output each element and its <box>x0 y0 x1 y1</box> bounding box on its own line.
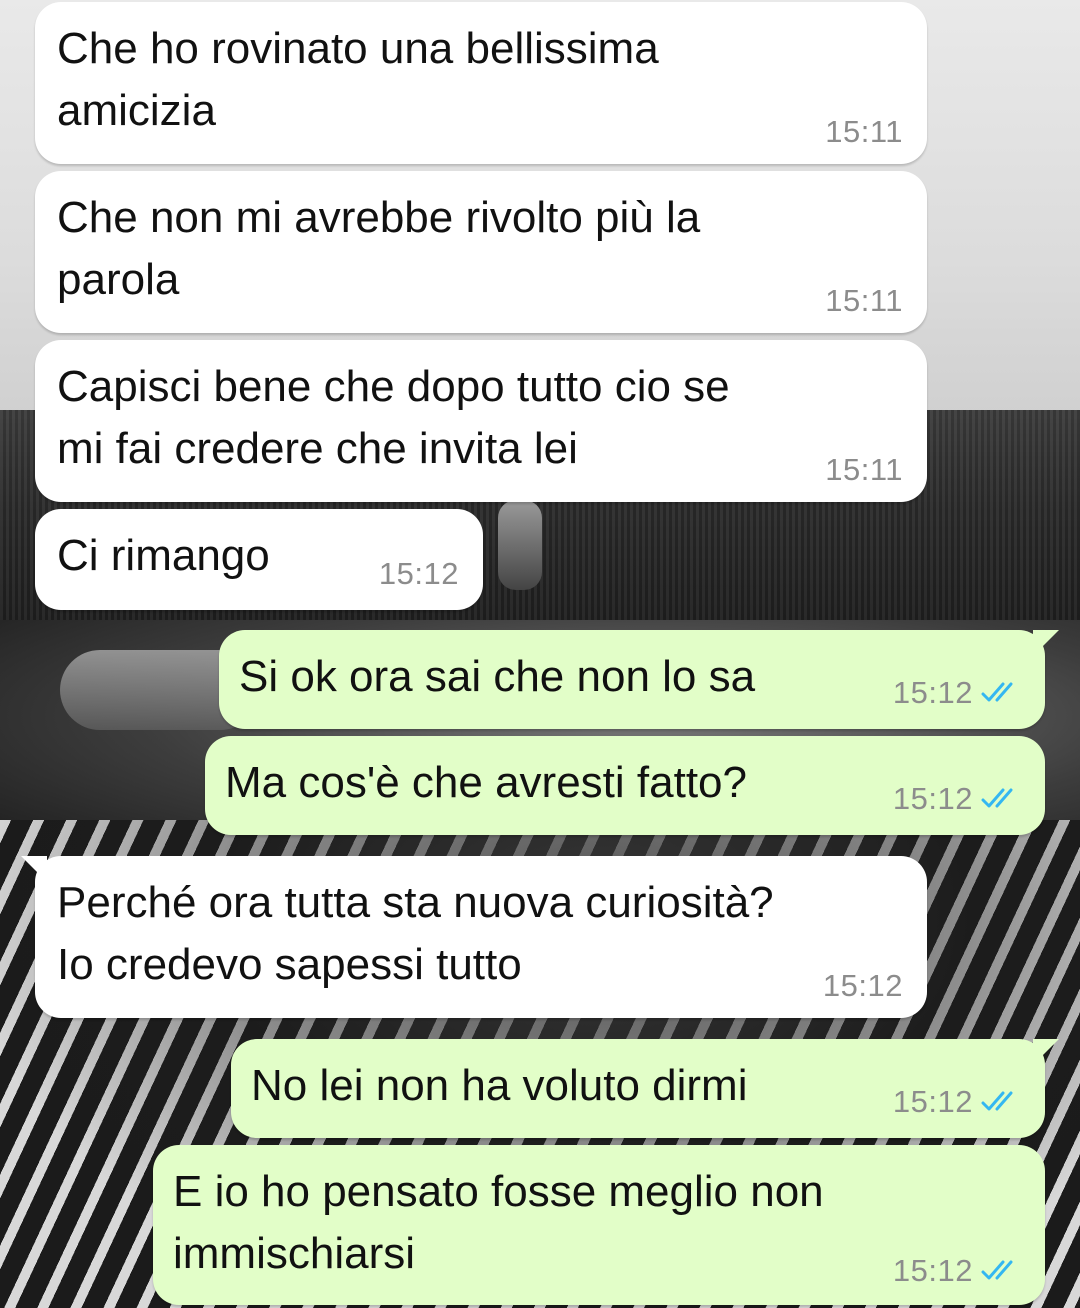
incoming-message[interactable]: Che non mi avrebbe rivolto più la parola… <box>35 171 927 333</box>
message-text: Si ok ora sai che non lo sa <box>239 652 756 701</box>
message-time: 15:11 <box>825 283 903 318</box>
message-text: Che ho rovinato una bellissima amicizia <box>57 24 659 135</box>
bubble-tail <box>1033 1039 1059 1065</box>
message-time: 15:12 <box>822 968 903 1003</box>
message-text: No lei non ha voluto dirmi <box>251 1061 748 1110</box>
chat-conversation: Che ho rovinato una bellissima amicizia … <box>0 0 1080 1308</box>
message-text: Che non mi avrebbe rivolto più la parola <box>57 193 701 304</box>
message-text: E io ho pensato fosse meglio non immisch… <box>173 1167 824 1278</box>
outgoing-message[interactable]: Ma cos'è che avresti fatto? 15:12 <box>205 736 1045 835</box>
message-time: 15:12 <box>892 1084 973 1119</box>
message-text: Perché ora tutta sta nuova curiosità? Io… <box>57 878 774 989</box>
incoming-message[interactable]: Che ho rovinato una bellissima amicizia … <box>35 2 927 164</box>
message-text: Ma cos'è che avresti fatto? <box>225 758 747 807</box>
message-time: 15:12 <box>892 1253 973 1288</box>
bubble-tail <box>21 856 47 882</box>
double-check-read-icon <box>981 680 1021 706</box>
double-check-read-icon <box>981 1258 1021 1284</box>
message-time: 15:12 <box>892 781 973 816</box>
outgoing-message[interactable]: E io ho pensato fosse meglio non immisch… <box>153 1145 1045 1305</box>
message-time: 15:11 <box>825 114 903 149</box>
message-text: Ci rimango <box>57 531 270 580</box>
incoming-message[interactable]: Capisci bene che dopo tutto cio se mi fa… <box>35 340 927 502</box>
message-time: 15:12 <box>892 675 973 710</box>
incoming-message[interactable]: Ci rimango 15:12 <box>35 509 483 610</box>
message-time: 15:11 <box>825 452 903 487</box>
bubble-tail <box>1033 630 1059 656</box>
double-check-read-icon <box>981 1089 1021 1115</box>
message-text: Capisci bene che dopo tutto cio se mi fa… <box>57 362 730 473</box>
outgoing-message[interactable]: Si ok ora sai che non lo sa 15:12 <box>219 630 1059 729</box>
message-time: 15:12 <box>378 556 459 591</box>
double-check-read-icon <box>981 786 1021 812</box>
incoming-message[interactable]: Perché ora tutta sta nuova curiosità? Io… <box>21 856 927 1018</box>
outgoing-message[interactable]: No lei non ha voluto dirmi 15:12 <box>231 1039 1059 1138</box>
